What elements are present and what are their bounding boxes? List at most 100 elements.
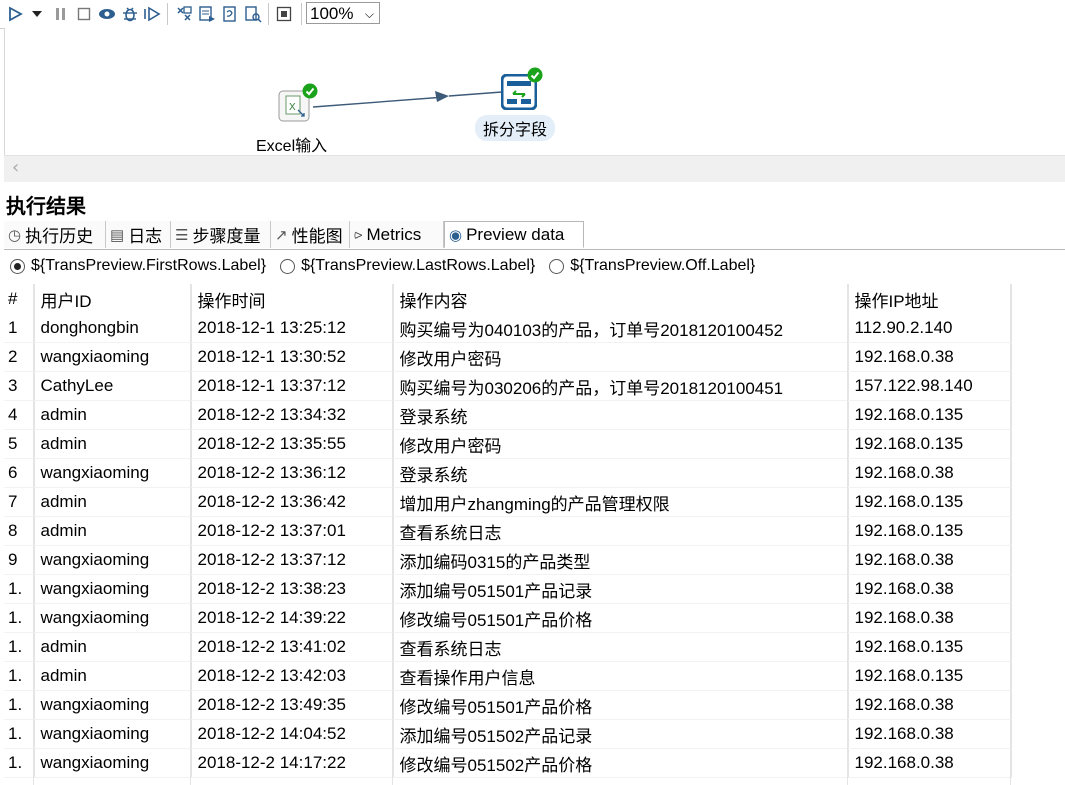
radio-off[interactable]: ${TransPreview.Off.Label} [543,257,755,275]
operation-time-cell[interactable]: 2018-12-2 14:17:22 [191,748,394,778]
table-row[interactable]: 1. admin 2018-12-2 13:42:03 查看操作用户信息 192.168… [4,661,1012,691]
ip-address-cell[interactable]: 192.168.0.38 [848,458,1012,488]
operation-content-cell[interactable]: 修改编号051502产品价格 [393,748,849,778]
table-row[interactable]: 1. admin 2018-12-2 13:41:02 查看系统日志 192.168.0… [4,632,1012,662]
ip-address-cell[interactable]: 192.168.0.135 [848,400,1012,430]
table-row[interactable]: 2 wangxiaoming 2018-12-1 13:30:52 修改用户密码 192… [4,342,1012,372]
operation-time-cell[interactable]: 2018-12-2 13:36:42 [191,487,394,517]
row-index[interactable]: 6 [4,458,35,488]
tab-log[interactable]: ▤ 日志 [106,221,171,248]
zoom-select[interactable]: 100% ⌵ [306,2,380,24]
row-index[interactable]: 1. [4,690,35,720]
table-row[interactable]: 5 admin 2018-12-2 13:35:55 修改用户密码 192.168.0.… [4,429,1012,459]
row-index[interactable]: 3 [4,371,35,401]
operation-time-cell[interactable]: 2018-12-2 13:38:23 [191,574,394,604]
user-id-cell[interactable]: wangxiaoming [34,748,192,778]
operation-time-cell[interactable]: 2018-12-2 13:35:55 [191,429,394,459]
tab-execution-history[interactable]: ◷ 执行历史 [4,221,106,248]
table-row[interactable]: 7 admin 2018-12-2 13:36:42 增加用户zhangming的产品… [4,487,1012,517]
operation-time-cell[interactable]: 2018-12-2 13:41:02 [191,632,394,662]
radio-button[interactable] [10,258,25,274]
ip-address-cell[interactable]: 192.168.0.38 [848,690,1012,720]
ip-address-cell[interactable]: 192.168.0.135 [848,661,1012,691]
step-label-split-fields[interactable]: 拆分字段 [475,115,556,141]
tab-metrics[interactable]: ⪧ Metrics [350,221,444,248]
table-row[interactable]: 1. wangxiaoming 2018-12-2 14:39:22 修改编号0515… [4,603,1012,633]
user-id-cell[interactable]: wangxiaoming [34,545,192,575]
ip-address-cell[interactable]: 192.168.0.38 [848,545,1012,575]
user-id-cell[interactable]: admin [34,516,192,546]
table-row[interactable]: 9 wangxiaoming 2018-12-2 13:37:12 添加编码0315的… [4,545,1012,575]
canvas-horizontal-scrollbar[interactable]: ‹ [4,155,1065,182]
operation-time-cell[interactable]: 2018-12-1 13:30:52 [191,342,394,372]
operation-content-cell[interactable]: 修改用户密码 [393,342,849,372]
row-index[interactable]: 1. [4,574,35,604]
operation-content-cell[interactable]: 增加用户zhangming的产品管理权限 [393,487,849,517]
table-row[interactable]: 3 CathyLee 2018-12-1 13:37:12 购买编号为030206的产… [4,371,1012,401]
table-row[interactable]: 1. wangxiaoming 2018-12-2 14:04:52 添加编号0515… [4,719,1012,749]
explore-db-icon[interactable] [244,5,262,23]
replay-icon[interactable] [143,5,161,23]
operation-content-cell[interactable]: 修改用户密码 [393,429,849,459]
user-id-cell[interactable]: CathyLee [34,371,192,401]
operation-content-cell[interactable]: 查看系统日志 [393,632,849,662]
ip-address-cell[interactable]: 192.168.0.38 [848,574,1012,604]
user-id-cell[interactable]: wangxiaoming [34,719,192,749]
column-header-operation-content[interactable]: 操作内容 [393,284,849,314]
tab-step-metrics[interactable]: ☰ 步骤度量 [171,221,271,248]
operation-content-cell[interactable]: 登录系统 [393,458,849,488]
row-index[interactable]: 9 [4,545,35,575]
user-id-cell[interactable]: admin [34,661,192,691]
operation-time-cell[interactable]: 2018-12-2 13:49:35 [191,690,394,720]
row-index[interactable]: 1. [4,719,35,749]
operation-time-cell[interactable]: 2018-12-2 13:37:01 [191,516,394,546]
operation-content-cell[interactable]: 添加编号051501产品记录 [393,574,849,604]
table-row[interactable]: 4 admin 2018-12-2 13:34:32 登录系统 192.168.0.13… [4,400,1012,430]
transformation-canvas[interactable]: X Excel输入 拆分字段 [4,28,1065,155]
user-id-cell[interactable]: admin [34,429,192,459]
operation-content-cell[interactable]: 添加编码0315的产品类型 [393,545,849,575]
impact-icon[interactable] [198,5,216,23]
radio-first-rows[interactable]: ${TransPreview.FirstRows.Label} [4,257,266,275]
scroll-left-icon[interactable]: ‹ [12,157,19,178]
user-id-cell[interactable]: admin [34,400,192,430]
user-id-cell[interactable]: admin [34,632,192,662]
operation-time-cell[interactable]: 2018-12-1 13:37:12 [191,371,394,401]
operation-time-cell[interactable]: 2018-12-1 13:25:12 [191,314,394,343]
column-header-user-id[interactable]: 用户ID [34,284,192,314]
step-label-excel-input[interactable]: Excel输入 [256,132,327,156]
ip-address-cell[interactable]: 192.168.0.38 [848,603,1012,633]
row-index[interactable]: 1 [4,314,35,343]
ip-address-cell[interactable]: 192.168.0.135 [848,487,1012,517]
user-id-cell[interactable]: wangxiaoming [34,342,192,372]
radio-button[interactable] [280,258,296,274]
row-index[interactable]: 1. [4,632,35,662]
debug-icon[interactable] [121,5,139,23]
show-results-icon[interactable] [275,5,293,23]
ip-address-cell[interactable]: 112.90.2.140 [848,314,1012,343]
column-header-index[interactable]: # [4,284,35,314]
ip-address-cell[interactable]: 192.168.0.135 [848,632,1012,662]
operation-time-cell[interactable]: 2018-12-2 13:34:32 [191,400,394,430]
preview-icon[interactable] [98,5,116,23]
sql-icon[interactable] [221,5,239,23]
column-header-ip-address[interactable]: 操作IP地址 [848,284,1012,314]
table-row[interactable]: 1. wangxiaoming 2018-12-2 14:17:22 修改编号0515… [4,748,1012,778]
ip-address-cell[interactable]: 157.122.98.140 [848,371,1012,401]
row-index[interactable]: 4 [4,400,35,430]
operation-time-cell[interactable]: 2018-12-2 14:04:52 [191,719,394,749]
row-index[interactable]: 2 [4,342,35,372]
table-row[interactable]: 1 donghongbin 2018-12-1 13:25:12 购买编号为04010… [4,314,1012,343]
operation-content-cell[interactable]: 登录系统 [393,400,849,430]
stop-icon[interactable] [75,5,93,23]
row-index[interactable]: 8 [4,516,35,546]
user-id-cell[interactable]: wangxiaoming [34,690,192,720]
row-index[interactable]: 1. [4,661,35,691]
row-index[interactable]: 1. [4,748,35,778]
table-row[interactable]: 1. wangxiaoming 2018-12-2 13:49:35 修改编号0515… [4,690,1012,720]
ip-address-cell[interactable]: 192.168.0.38 [848,719,1012,749]
run-options-icon[interactable] [30,5,44,23]
table-row[interactable]: 1. wangxiaoming 2018-12-2 13:38:23 添加编号0515… [4,574,1012,604]
ip-address-cell[interactable]: 192.168.0.38 [848,748,1012,778]
ip-address-cell[interactable]: 192.168.0.135 [848,429,1012,459]
